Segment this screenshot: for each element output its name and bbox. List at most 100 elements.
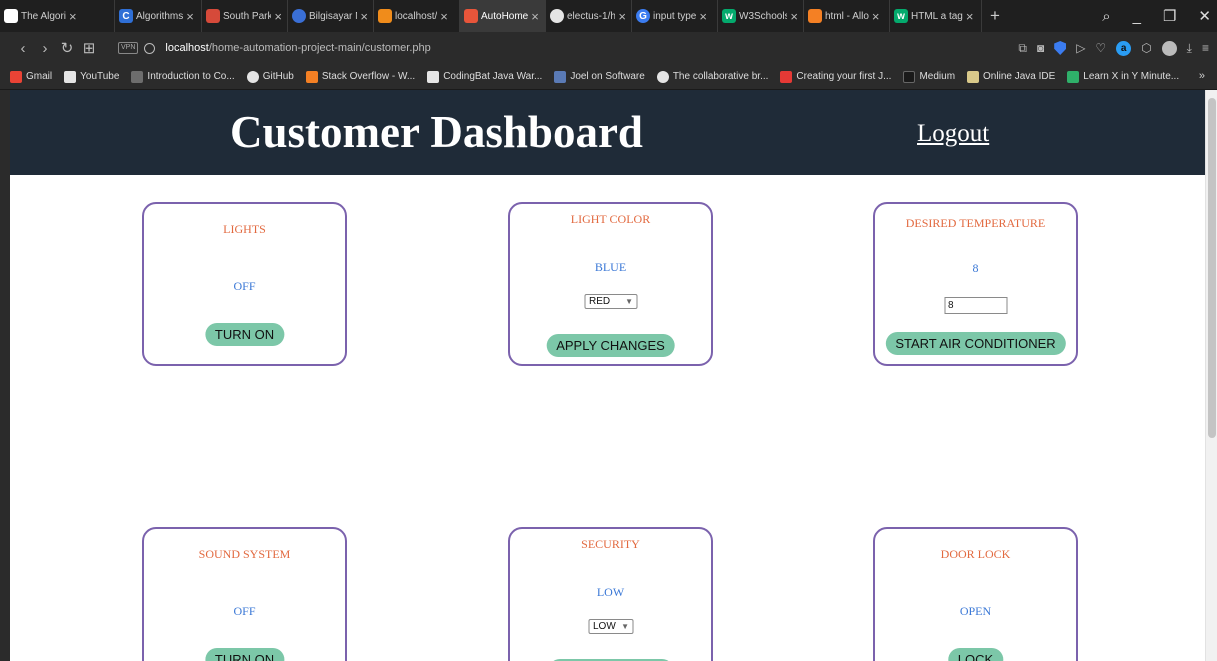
tab-title: Algorithms bbox=[136, 10, 184, 22]
bookmark-label: Medium bbox=[919, 71, 956, 82]
temperature-input[interactable] bbox=[944, 297, 1007, 314]
tab-close-icon[interactable]: × bbox=[790, 10, 798, 23]
lights-status: OFF bbox=[233, 279, 256, 293]
arrow-icon bbox=[131, 70, 144, 83]
bookmark-item[interactable]: Stack Overflow - W... bbox=[305, 70, 416, 83]
bookmark-item[interactable]: The collaborative br... bbox=[656, 70, 769, 83]
url-field[interactable]: localhost/home-automation-project-main/c… bbox=[165, 42, 430, 54]
vpn-badge-icon[interactable]: VPN bbox=[118, 42, 139, 54]
joel-icon bbox=[554, 70, 567, 83]
start-air-conditioner-button[interactable]: START AIR CONDITIONER bbox=[885, 332, 1066, 355]
send-icon[interactable]: ▷ bbox=[1076, 41, 1085, 55]
browser-tab[interactable]: html - Allo × bbox=[804, 0, 890, 32]
tab-close-icon[interactable]: × bbox=[274, 10, 282, 23]
tab-close-icon[interactable]: × bbox=[966, 10, 974, 23]
url-host: localhost bbox=[165, 42, 209, 54]
tab-close-icon[interactable]: × bbox=[440, 10, 448, 23]
more-bookmarks-icon[interactable]: » bbox=[1199, 70, 1205, 82]
page-viewport: Customer Dashboard Logout LIGHTS OFF TUR… bbox=[10, 90, 1205, 661]
bookmark-label: Stack Overflow - W... bbox=[321, 71, 416, 82]
card-door-lock: DOOR LOCK OPEN LOCK bbox=[873, 527, 1078, 661]
browser-tab[interactable]: Bilgisayar M × bbox=[288, 0, 374, 32]
card-sound-system: SOUND SYSTEM OFF TURN ON bbox=[142, 527, 347, 661]
tab-title: html - Allo bbox=[825, 10, 869, 22]
profile-avatar-icon[interactable] bbox=[1161, 40, 1177, 56]
browser-tab[interactable]: electus-1/h × bbox=[546, 0, 632, 32]
bookmark-item[interactable]: Introduction to Co... bbox=[131, 70, 235, 83]
speed-dial-icon[interactable]: ⊞ bbox=[78, 39, 100, 57]
tab-title: The Algori bbox=[21, 10, 67, 22]
scrollbar-thumb[interactable] bbox=[1208, 98, 1216, 438]
light-color-select[interactable]: RED ▼ bbox=[584, 294, 637, 309]
bookmark-item[interactable]: Gmail bbox=[10, 70, 52, 83]
tab-favicon-icon: C bbox=[119, 9, 133, 23]
tab-close-icon[interactable]: × bbox=[618, 10, 626, 23]
browser-tab[interactable]: South Park × bbox=[202, 0, 288, 32]
tab-close-icon[interactable]: × bbox=[186, 10, 194, 23]
card-title: SECURITY bbox=[581, 537, 640, 551]
card-lights: LIGHTS OFF TURN ON bbox=[142, 202, 347, 366]
lock-button[interactable]: LOCK bbox=[947, 648, 1004, 661]
card-title: LIGHTS bbox=[223, 222, 266, 236]
site-info-icon[interactable] bbox=[144, 42, 156, 54]
bookmark-item[interactable]: Learn X in Y Minute... bbox=[1067, 70, 1179, 83]
new-tab-icon[interactable]: + bbox=[982, 6, 1008, 26]
lights-turn-on-button[interactable]: TURN ON bbox=[204, 323, 285, 346]
tab-close-icon[interactable]: × bbox=[360, 10, 368, 23]
tab-title: Bilgisayar M bbox=[309, 10, 357, 22]
browser-tab[interactable]: w HTML a tag × bbox=[890, 0, 982, 32]
adblock-shield-icon[interactable] bbox=[1054, 41, 1067, 55]
snapshot-icon[interactable]: ⧉ bbox=[1018, 41, 1027, 56]
temperature-status: 8 bbox=[972, 261, 979, 275]
aria-extension-icon[interactable]: a bbox=[1116, 40, 1132, 56]
tab-favicon-icon bbox=[292, 9, 306, 23]
security-level-select[interactable]: LOW ▼ bbox=[588, 619, 633, 634]
card-title: SOUND SYSTEM bbox=[198, 547, 291, 561]
close-window-icon[interactable]: ✕ bbox=[1198, 7, 1211, 25]
browser-tab[interactable]: The Algori × bbox=[0, 0, 115, 32]
logout-link[interactable]: Logout bbox=[917, 120, 989, 148]
bookmark-item[interactable]: Creating your first J... bbox=[780, 70, 891, 83]
browser-tab-bar: The Algori × C Algorithms × South Park ×… bbox=[0, 0, 1217, 32]
restore-icon[interactable]: ❐ bbox=[1163, 7, 1176, 25]
browser-tab[interactable]: localhost/ × bbox=[374, 0, 460, 32]
apply-changes-button[interactable]: APPLY CHANGES bbox=[546, 334, 675, 357]
learnx-icon bbox=[1067, 70, 1080, 83]
browser-tab[interactable]: w W3Schools × bbox=[718, 0, 804, 32]
easy-setup-icon[interactable]: ≡ bbox=[1202, 41, 1209, 55]
bookmark-item[interactable]: Medium bbox=[903, 70, 956, 83]
bookmark-label: GitHub bbox=[262, 71, 294, 82]
camera-icon[interactable]: ◙ bbox=[1037, 41, 1044, 55]
extensions-icon[interactable]: ⬡ bbox=[1141, 41, 1151, 55]
tab-close-icon[interactable]: × bbox=[872, 10, 880, 23]
tab-title: HTML a tag bbox=[911, 10, 963, 22]
select-value: LOW bbox=[593, 621, 616, 632]
minimize-icon[interactable]: _ bbox=[1133, 8, 1141, 25]
tab-close-icon[interactable]: × bbox=[69, 10, 77, 23]
bookmark-item[interactable]: CodingBat Java War... bbox=[427, 70, 542, 83]
tab-close-icon[interactable]: × bbox=[699, 10, 707, 23]
browser-tab[interactable]: G input type × bbox=[632, 0, 718, 32]
reload-icon[interactable]: ↻ bbox=[56, 39, 78, 57]
bookmark-item[interactable]: GitHub bbox=[246, 70, 294, 83]
forward-icon[interactable]: › bbox=[34, 40, 56, 57]
browser-tab-active[interactable]: AutoHome × bbox=[460, 0, 546, 32]
tab-title: localhost/ bbox=[395, 10, 438, 22]
bookmark-label: The collaborative br... bbox=[672, 71, 769, 82]
search-tabs-icon[interactable]: ⌕ bbox=[1102, 8, 1110, 25]
gmail-icon bbox=[10, 70, 22, 83]
bookmark-item[interactable]: Online Java IDE bbox=[967, 70, 1055, 83]
heart-icon[interactable]: ♡ bbox=[1095, 41, 1106, 55]
sound-turn-on-button[interactable]: TURN ON bbox=[204, 648, 285, 661]
browser-tab[interactable]: C Algorithms × bbox=[115, 0, 202, 32]
download-icon[interactable]: ⤓ bbox=[1187, 41, 1192, 56]
card-title: LIGHT COLOR bbox=[570, 212, 651, 226]
page-scrollbar[interactable] bbox=[1205, 90, 1217, 661]
bookmark-item[interactable]: Joel on Software bbox=[554, 70, 645, 83]
bookmarks-bar: Gmail YouTube Introduction to Co... GitH… bbox=[0, 64, 1217, 90]
tab-title: electus-1/h bbox=[567, 10, 616, 22]
back-icon[interactable]: ‹ bbox=[12, 40, 34, 57]
bookmark-item[interactable]: YouTube bbox=[64, 70, 119, 83]
sidebar-edge bbox=[0, 90, 10, 661]
tab-close-icon[interactable]: × bbox=[531, 10, 539, 23]
